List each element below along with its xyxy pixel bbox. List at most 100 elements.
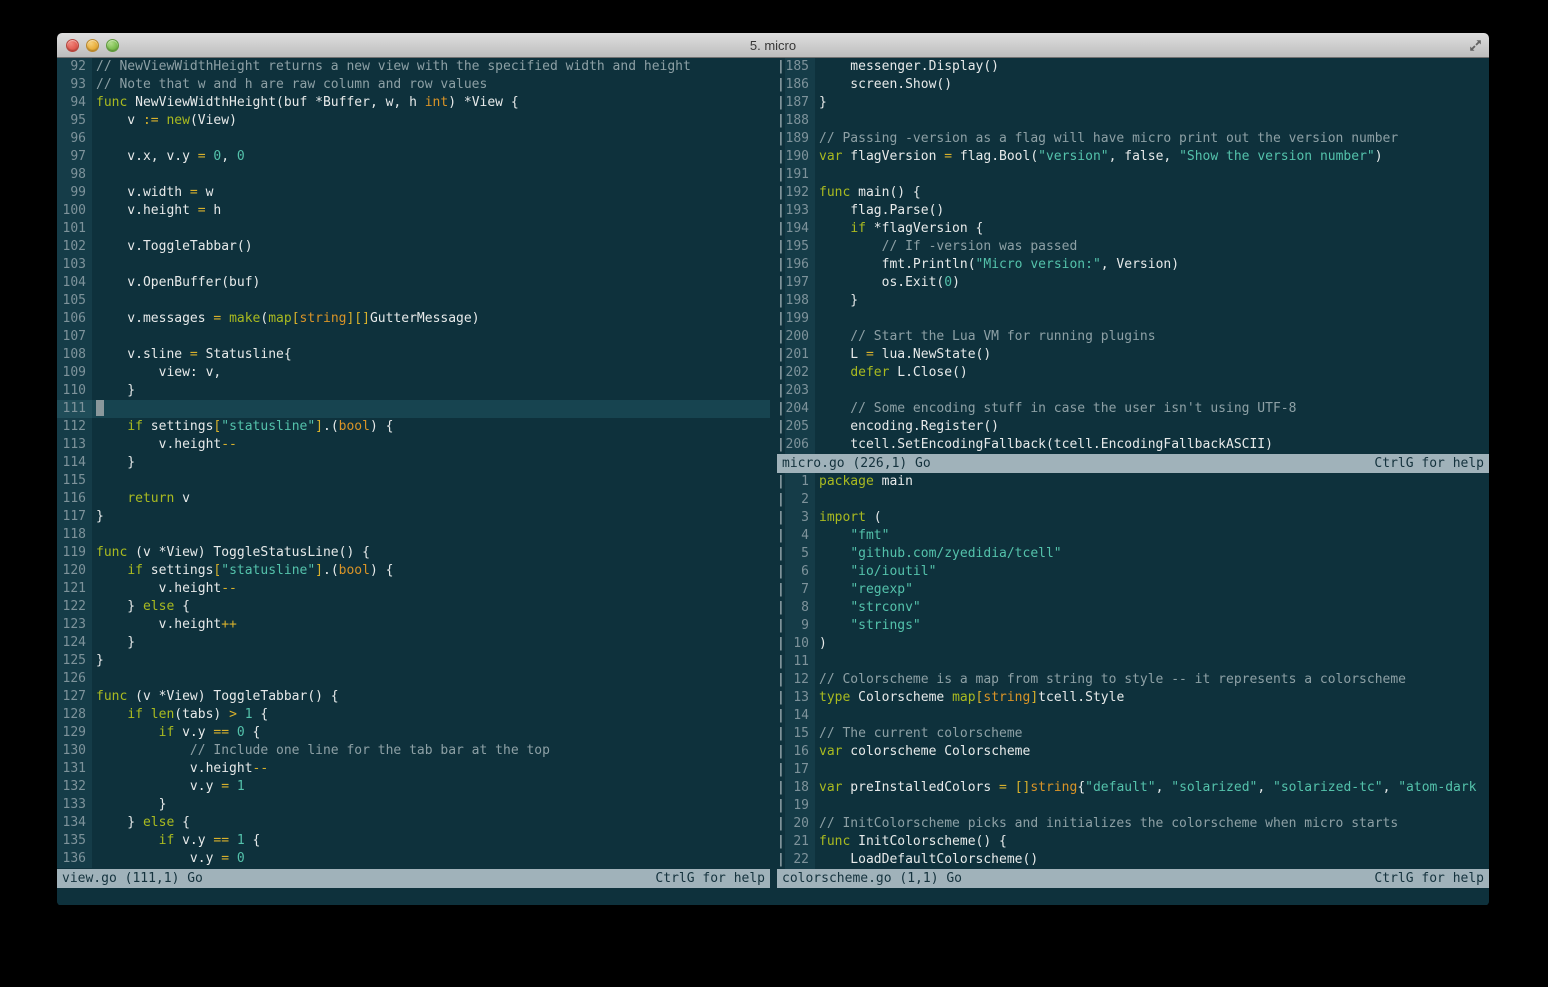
- code-line[interactable]: |7 "regexp": [770, 581, 1489, 599]
- code-line[interactable]: 101: [57, 220, 770, 238]
- code-line[interactable]: 124 }: [57, 634, 770, 652]
- code-line[interactable]: |206 tcell.SetEncodingFallback(tcell.Enc…: [770, 436, 1489, 454]
- diagonal-resize-arrows-icon[interactable]: [1467, 37, 1484, 54]
- code-line[interactable]: 106 v.messages = make(map[string][]Gutte…: [57, 310, 770, 328]
- code-area-colorscheme-go[interactable]: |1package main|2|3import (|4 "fmt"|5 "gi…: [770, 473, 1489, 869]
- code-line[interactable]: 128 if len(tabs) > 1 {: [57, 706, 770, 724]
- code-line[interactable]: |186 screen.Show(): [770, 76, 1489, 94]
- code-line[interactable]: 98: [57, 166, 770, 184]
- code-line[interactable]: |16var colorscheme Colorscheme: [770, 743, 1489, 761]
- code-line[interactable]: |15// The current colorscheme: [770, 725, 1489, 743]
- code-line[interactable]: |196 fmt.Println("Micro version:", Versi…: [770, 256, 1489, 274]
- code-line[interactable]: 131 v.height--: [57, 760, 770, 778]
- code-line[interactable]: |19: [770, 797, 1489, 815]
- code-line[interactable]: |188: [770, 112, 1489, 130]
- code-line[interactable]: 135 if v.y == 1 {: [57, 832, 770, 850]
- code-line[interactable]: 121 v.height--: [57, 580, 770, 598]
- editor-pane-view-go[interactable]: 92// NewViewWidthHeight returns a new vi…: [57, 58, 770, 888]
- code-line[interactable]: 96: [57, 130, 770, 148]
- code-text: [815, 761, 1489, 779]
- code-line[interactable]: 125}: [57, 652, 770, 670]
- code-line[interactable]: 104 v.OpenBuffer(buf): [57, 274, 770, 292]
- code-line[interactable]: |11: [770, 653, 1489, 671]
- code-line[interactable]: |2: [770, 491, 1489, 509]
- code-line[interactable]: 132 v.y = 1: [57, 778, 770, 796]
- code-line[interactable]: |199: [770, 310, 1489, 328]
- code-line[interactable]: |194 if *flagVersion {: [770, 220, 1489, 238]
- code-text: if settings["statusline"].(bool) {: [92, 562, 770, 580]
- code-line[interactable]: 99 v.width = w: [57, 184, 770, 202]
- code-line[interactable]: |6 "io/ioutil": [770, 563, 1489, 581]
- code-line[interactable]: |21func InitColorscheme() {: [770, 833, 1489, 851]
- code-line[interactable]: |13type Colorscheme map[string]tcell.Sty…: [770, 689, 1489, 707]
- code-line[interactable]: |3import (: [770, 509, 1489, 527]
- code-line[interactable]: 133 }: [57, 796, 770, 814]
- code-line[interactable]: |201 L = lua.NewState(): [770, 346, 1489, 364]
- code-line[interactable]: |10): [770, 635, 1489, 653]
- code-line[interactable]: 97 v.x, v.y = 0, 0: [57, 148, 770, 166]
- code-line[interactable]: 94func NewViewWidthHeight(buf *Buffer, w…: [57, 94, 770, 112]
- code-area-view-go[interactable]: 92// NewViewWidthHeight returns a new vi…: [57, 58, 770, 869]
- code-line[interactable]: |185 messenger.Display(): [770, 58, 1489, 76]
- code-line[interactable]: |22 LoadDefaultColorscheme(): [770, 851, 1489, 869]
- code-line[interactable]: |200 // Start the Lua VM for running plu…: [770, 328, 1489, 346]
- code-line[interactable]: 105: [57, 292, 770, 310]
- code-line[interactable]: |17: [770, 761, 1489, 779]
- code-text: if settings["statusline"].(bool) {: [92, 418, 770, 436]
- editor-pane-micro-go[interactable]: |185 messenger.Display()|186 screen.Show…: [770, 58, 1489, 473]
- code-line[interactable]: 114 }: [57, 454, 770, 472]
- code-line[interactable]: |5 "github.com/zyedidia/tcell": [770, 545, 1489, 563]
- code-line[interactable]: |4 "fmt": [770, 527, 1489, 545]
- code-line[interactable]: 110 }: [57, 382, 770, 400]
- code-line[interactable]: 113 v.height--: [57, 436, 770, 454]
- code-line[interactable]: 123 v.height++: [57, 616, 770, 634]
- code-line[interactable]: |195 // If -version was passed: [770, 238, 1489, 256]
- code-line[interactable]: |203: [770, 382, 1489, 400]
- code-line[interactable]: |205 encoding.Register(): [770, 418, 1489, 436]
- code-line[interactable]: 109 view: v,: [57, 364, 770, 382]
- code-line[interactable]: 127func (v *View) ToggleTabbar() {: [57, 688, 770, 706]
- code-line[interactable]: 111: [57, 400, 770, 418]
- code-line[interactable]: |20// InitColorscheme picks and initiali…: [770, 815, 1489, 833]
- code-line[interactable]: |187}: [770, 94, 1489, 112]
- code-line[interactable]: |202 defer L.Close(): [770, 364, 1489, 382]
- code-line[interactable]: |197 os.Exit(0): [770, 274, 1489, 292]
- code-line[interactable]: 119func (v *View) ToggleStatusLine() {: [57, 544, 770, 562]
- code-line[interactable]: 130 // Include one line for the tab bar …: [57, 742, 770, 760]
- code-line[interactable]: |198 }: [770, 292, 1489, 310]
- code-line[interactable]: |193 flag.Parse(): [770, 202, 1489, 220]
- code-line[interactable]: 136 v.y = 0: [57, 850, 770, 868]
- code-line[interactable]: 108 v.sline = Statusline{: [57, 346, 770, 364]
- code-line[interactable]: |192func main() {: [770, 184, 1489, 202]
- code-line[interactable]: 95 v := new(View): [57, 112, 770, 130]
- window-titlebar[interactable]: 5. micro: [57, 33, 1489, 58]
- code-line[interactable]: |9 "strings": [770, 617, 1489, 635]
- code-line[interactable]: 126: [57, 670, 770, 688]
- code-line[interactable]: |191: [770, 166, 1489, 184]
- code-line[interactable]: 102 v.ToggleTabbar(): [57, 238, 770, 256]
- code-line[interactable]: 103: [57, 256, 770, 274]
- code-line[interactable]: 122 } else {: [57, 598, 770, 616]
- code-line[interactable]: 129 if v.y == 0 {: [57, 724, 770, 742]
- code-line[interactable]: |14: [770, 707, 1489, 725]
- code-line[interactable]: 107: [57, 328, 770, 346]
- code-line[interactable]: 120 if settings["statusline"].(bool) {: [57, 562, 770, 580]
- code-area-micro-go[interactable]: |185 messenger.Display()|186 screen.Show…: [770, 58, 1489, 454]
- code-line[interactable]: |18var preInstalledColors = []string{"de…: [770, 779, 1489, 797]
- code-line[interactable]: |1package main: [770, 473, 1489, 491]
- editor-pane-colorscheme-go[interactable]: |1package main|2|3import (|4 "fmt"|5 "gi…: [770, 473, 1489, 888]
- code-line[interactable]: 116 return v: [57, 490, 770, 508]
- code-line[interactable]: |8 "strconv": [770, 599, 1489, 617]
- code-line[interactable]: 134 } else {: [57, 814, 770, 832]
- code-line[interactable]: 115: [57, 472, 770, 490]
- code-line[interactable]: 118: [57, 526, 770, 544]
- code-line[interactable]: |204 // Some encoding stuff in case the …: [770, 400, 1489, 418]
- code-line[interactable]: 112 if settings["statusline"].(bool) {: [57, 418, 770, 436]
- code-line[interactable]: |189// Passing -version as a flag will h…: [770, 130, 1489, 148]
- code-line[interactable]: |12// Colorscheme is a map from string t…: [770, 671, 1489, 689]
- code-line[interactable]: 92// NewViewWidthHeight returns a new vi…: [57, 58, 770, 76]
- code-line[interactable]: 100 v.height = h: [57, 202, 770, 220]
- code-line[interactable]: 93// Note that w and h are raw column an…: [57, 76, 770, 94]
- code-line[interactable]: 117}: [57, 508, 770, 526]
- code-line[interactable]: |190var flagVersion = flag.Bool("version…: [770, 148, 1489, 166]
